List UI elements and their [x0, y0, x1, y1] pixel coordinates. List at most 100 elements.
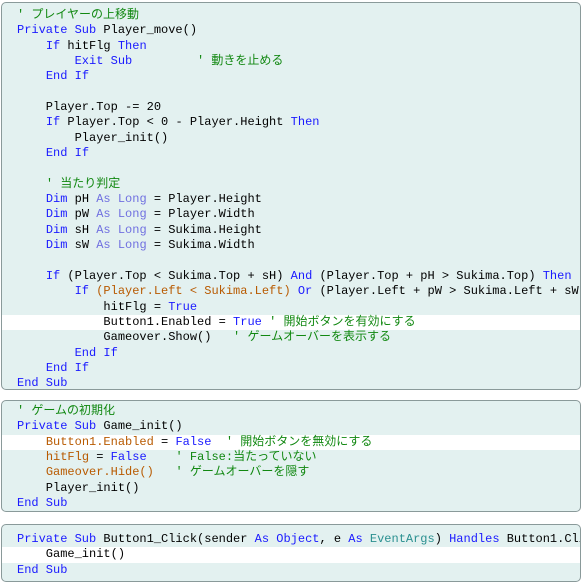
code-keyword: Dim	[45, 192, 75, 207]
code-keyword: True	[233, 314, 262, 329]
code-line: If (Player.Top < Sukima.Top + sH) And (P…	[2, 269, 580, 284]
code-keyword: False	[175, 434, 212, 449]
code-line: End Sub	[2, 563, 580, 578]
code-text: =	[153, 434, 176, 449]
code-text: As Long	[96, 192, 147, 207]
code-keyword: End Sub	[17, 562, 68, 577]
code-comment: ' False:当たっていない	[175, 450, 317, 465]
code-line: Game_init()	[2, 547, 580, 563]
code-keyword: As Object	[254, 532, 320, 546]
code-line: Gameover.Hide() ' ゲームオーバーを隠す	[2, 465, 580, 480]
code-keyword: End Sub	[17, 376, 68, 390]
code-text: pH	[74, 192, 97, 207]
code-text: (Player.Top + pH > Sukima.Top)	[319, 268, 543, 283]
code-line: Dim pW As Long = Player.Width	[2, 207, 580, 222]
code-text: (Player.Left + pW > Sukima.Left + sW)	[319, 284, 581, 299]
code-text: Player_init()	[17, 480, 140, 495]
code-line: Player.Top -= 20	[2, 100, 580, 115]
code-keyword: Private Sub	[17, 419, 104, 434]
code-text: = Player.Width	[146, 207, 255, 222]
code-keyword: If	[45, 38, 68, 53]
code-keyword: Exit Sub	[74, 54, 133, 69]
code-block-player-move: ' プレイヤーの上移動 Private Sub Player_move() If …	[1, 2, 581, 390]
code-keyword: False	[110, 450, 147, 465]
code-keyword: Handles	[449, 532, 507, 546]
code-block-game-init: ' ゲームの初期化 Private Sub Game_init() Button1…	[1, 400, 581, 512]
code-line: Private Sub Button1_Click(sender As Obje…	[2, 532, 580, 547]
code-text: sH	[74, 222, 97, 237]
code-line: Exit Sub ' 動きを止める	[2, 54, 580, 69]
code-line: End Sub	[2, 496, 580, 511]
code-line: Dim pH As Long = Player.Height	[2, 192, 580, 207]
code-keyword: If	[45, 115, 68, 130]
code-keyword: End If	[45, 146, 90, 161]
code-text: = Sukima.Height	[146, 222, 262, 237]
code-keyword: If	[45, 268, 68, 283]
code-text: sW	[74, 238, 97, 253]
code-line: End Sub	[2, 376, 580, 390]
code-text: Player.Top -= 20	[17, 100, 162, 115]
code-keyword: Then	[290, 115, 320, 130]
code-text: Player_init()	[17, 130, 169, 145]
code-comment: ' ゲームオーバーを隠す	[175, 465, 310, 480]
code-line: End If	[2, 361, 580, 376]
code-line: Player_init()	[2, 131, 580, 146]
code-keyword: If	[74, 284, 97, 299]
code-line: If hitFlg Then	[2, 39, 580, 54]
code-comment: ' ゲームの初期化	[17, 404, 116, 418]
code-line: End If	[2, 146, 580, 161]
code-line: ' 当たり判定	[2, 177, 580, 192]
code-line: Private Sub Game_init()	[2, 419, 580, 434]
code-line: ' ゲームの初期化	[2, 404, 580, 419]
code-line: Button1.Enabled = False ' 開始ボタンを無効にする	[2, 434, 580, 451]
code-text: (Player.Left < Sukima.Left)	[96, 284, 298, 299]
code-block-button1-click: Private Sub Button1_Click(sender As Obje…	[1, 524, 581, 582]
code-line: Button1.Enabled = True ' 開始ボタンを有効にする	[2, 314, 580, 331]
code-text: Button1_Click(sender	[103, 532, 255, 546]
code-keyword: Dim	[45, 222, 75, 237]
code-line: Private Sub Player_move()	[2, 23, 580, 38]
code-text: Player_move()	[103, 23, 198, 38]
code-text: As Long	[96, 207, 147, 222]
code-keyword: End If	[74, 345, 118, 360]
code-text: Player.Top < 0 - Player.Height	[67, 115, 291, 130]
code-keyword: End If	[45, 360, 90, 375]
code-comment: ' 当たり判定	[45, 176, 121, 191]
code-keyword: Or	[297, 284, 320, 299]
code-text: EventArgs	[369, 532, 435, 546]
code-keyword: Dim	[45, 238, 75, 253]
code-keyword: Then	[542, 268, 572, 283]
code-text: Game_init()	[103, 419, 183, 434]
code-line: Player_init()	[2, 481, 580, 496]
code-text: )	[434, 532, 450, 546]
code-comment: ' 動きを止める	[197, 54, 284, 69]
code-text: Gameover.Show()	[17, 330, 234, 345]
code-text: Button1.Enabled =	[17, 314, 234, 329]
code-keyword: As	[348, 532, 370, 546]
code-keyword: True	[168, 299, 198, 314]
code-text: =	[89, 450, 111, 465]
code-text: As Long	[96, 238, 147, 253]
code-text: (Player.Top < Sukima.Top + sH)	[67, 268, 291, 283]
code-keyword: And	[290, 268, 320, 283]
code-line: End If	[2, 346, 580, 361]
code-text: Button1.Enabled	[45, 434, 154, 449]
code-line: If (Player.Left < Sukima.Left) Or (Playe…	[2, 284, 580, 299]
